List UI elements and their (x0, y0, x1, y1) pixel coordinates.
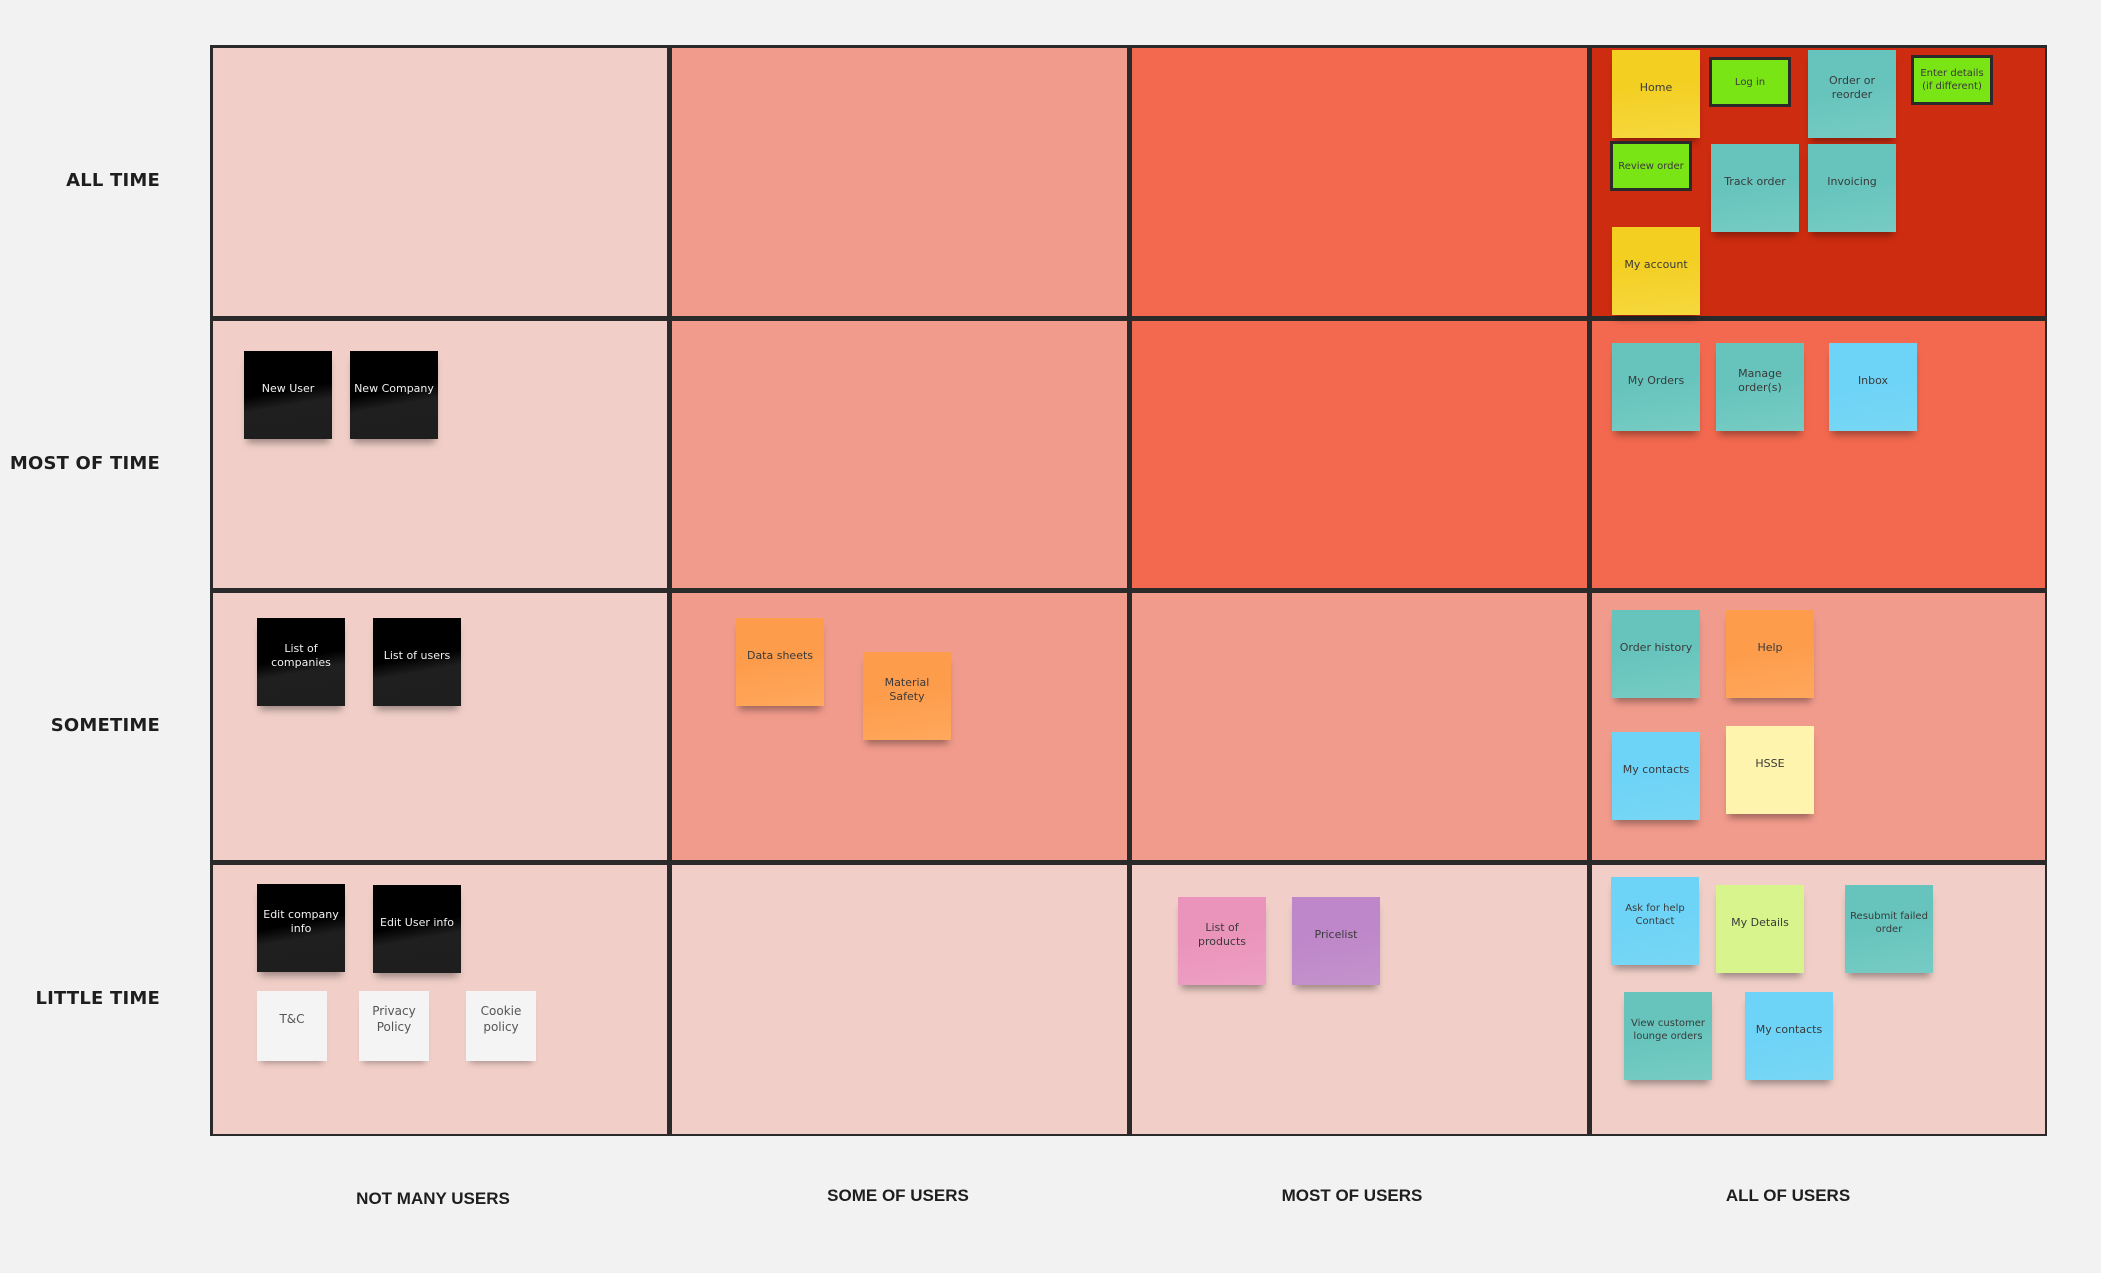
sticky-note-text: View customer lounge orders (1631, 1018, 1705, 1042)
sticky-note-text: Pricelist (1314, 927, 1358, 941)
sticky-note-text: Review order (1618, 160, 1684, 172)
sticky-note[interactable]: Review order (1610, 141, 1692, 191)
col-label-not-many-users: NOT MANY USERS (356, 1189, 510, 1208)
col-label-some-of-users: SOME OF USERS (827, 1186, 969, 1205)
sticky-note-text: List of products (1197, 920, 1247, 948)
col-label-all-of-users: ALL OF USERS (1725, 1186, 1851, 1205)
sticky-note[interactable]: Edit User info (373, 885, 461, 973)
sticky-note-text: My Details (1731, 915, 1789, 929)
sticky-note[interactable]: Resubmit failed order (1845, 885, 1933, 973)
sticky-note[interactable]: Log in (1709, 57, 1791, 107)
sticky-note-text: My contacts (1622, 762, 1690, 776)
sticky-note-text: Log in (1734, 76, 1766, 88)
sticky-note-text: My contacts (1755, 1022, 1823, 1036)
sticky-note[interactable]: Material Safety (863, 652, 951, 740)
sticky-note[interactable]: Pricelist (1292, 897, 1380, 985)
cell-all-time-some-of-users (672, 48, 1127, 316)
sticky-note[interactable]: Privacy Policy (359, 991, 429, 1061)
sticky-note[interactable]: Edit company info (257, 884, 345, 972)
sticky-note[interactable]: My account (1612, 227, 1700, 315)
sticky-note[interactable]: Order history (1612, 610, 1700, 698)
sticky-note-text: Material Safety (884, 675, 930, 703)
sticky-note-text: Order history (1619, 640, 1693, 654)
sticky-note-text: Enter details (if different) (1920, 68, 1984, 92)
sticky-note-text: HSSE (1755, 756, 1785, 770)
sticky-note[interactable]: Home (1612, 50, 1700, 138)
sticky-note-text: List of users (383, 648, 451, 662)
cell-sometime-most-of-users (1132, 593, 1587, 860)
sticky-note[interactable]: Enter details (if different) (1911, 55, 1993, 105)
sticky-note-text: Privacy Policy (372, 1004, 416, 1034)
sticky-note[interactable]: Order or reorder (1808, 50, 1896, 138)
sticky-note-text: Ask for help Contact (1625, 903, 1685, 927)
sticky-note[interactable]: HSSE (1726, 726, 1814, 814)
sticky-note-text: Order or reorder (1828, 73, 1875, 101)
sticky-note[interactable]: My contacts (1745, 992, 1833, 1080)
sticky-note[interactable]: Data sheets (736, 618, 824, 706)
sticky-note[interactable]: My Details (1716, 885, 1804, 973)
sticky-note[interactable]: New User (244, 351, 332, 439)
sticky-note[interactable]: Invoicing (1808, 144, 1896, 232)
sticky-note-text: List of companies (271, 641, 331, 669)
sticky-note-text: My Orders (1627, 373, 1685, 387)
sticky-note-text: Data sheets (746, 648, 814, 662)
sticky-note[interactable]: List of users (373, 618, 461, 706)
sticky-note[interactable]: View customer lounge orders (1624, 992, 1712, 1080)
sticky-note-text: Resubmit failed order (1850, 911, 1928, 935)
sticky-note-text: Inbox (1857, 373, 1889, 387)
sticky-note-text: Home (1639, 80, 1673, 94)
cell-all-time-most-of-users (1132, 48, 1587, 316)
sticky-note[interactable]: Track order (1711, 144, 1799, 232)
cell-most-of-time-most-of-users (1132, 321, 1587, 588)
col-label-most-of-users: MOST OF USERS (1281, 1186, 1423, 1205)
sticky-note-text: My account (1624, 257, 1688, 271)
sticky-note-text: Edit User info (380, 915, 454, 929)
sticky-note[interactable]: Cookie policy (466, 991, 536, 1061)
cell-all-time-not-many-users (213, 48, 667, 316)
sticky-note-text: T&C (279, 1012, 305, 1027)
row-label-most-of-time: MOST OF TIME (9, 453, 160, 474)
sticky-note[interactable]: List of companies (257, 618, 345, 706)
cell-most-of-time-some-of-users (672, 321, 1127, 588)
sticky-note[interactable]: List of products (1178, 897, 1266, 985)
sticky-note[interactable]: Help (1726, 610, 1814, 698)
sticky-note-text: Manage order(s) (1738, 366, 1782, 394)
sticky-note[interactable]: T&C (257, 991, 327, 1061)
sticky-note-text: Help (1757, 640, 1783, 654)
sticky-note[interactable]: Ask for help Contact (1611, 877, 1699, 965)
sticky-note[interactable]: New Company (350, 351, 438, 439)
row-label-all-time: ALL TIME (66, 170, 160, 191)
sticky-note[interactable]: Inbox (1829, 343, 1917, 431)
sticky-note-text: Edit company info (263, 907, 339, 935)
sticky-note[interactable]: My contacts (1612, 732, 1700, 820)
sticky-note-text: Track order (1724, 174, 1786, 188)
sticky-note-text: Invoicing (1827, 174, 1877, 188)
row-label-sometime: SOMETIME (50, 715, 160, 736)
sticky-note-text: New User (261, 381, 315, 395)
sticky-note-text: Cookie policy (480, 1004, 522, 1034)
sticky-note[interactable]: Manage order(s) (1716, 343, 1804, 431)
row-label-little-time: LITTLE TIME (35, 988, 160, 1009)
cell-little-time-some-of-users (672, 865, 1127, 1134)
sticky-note-text: New Company (354, 381, 434, 395)
sticky-note[interactable]: My Orders (1612, 343, 1700, 431)
